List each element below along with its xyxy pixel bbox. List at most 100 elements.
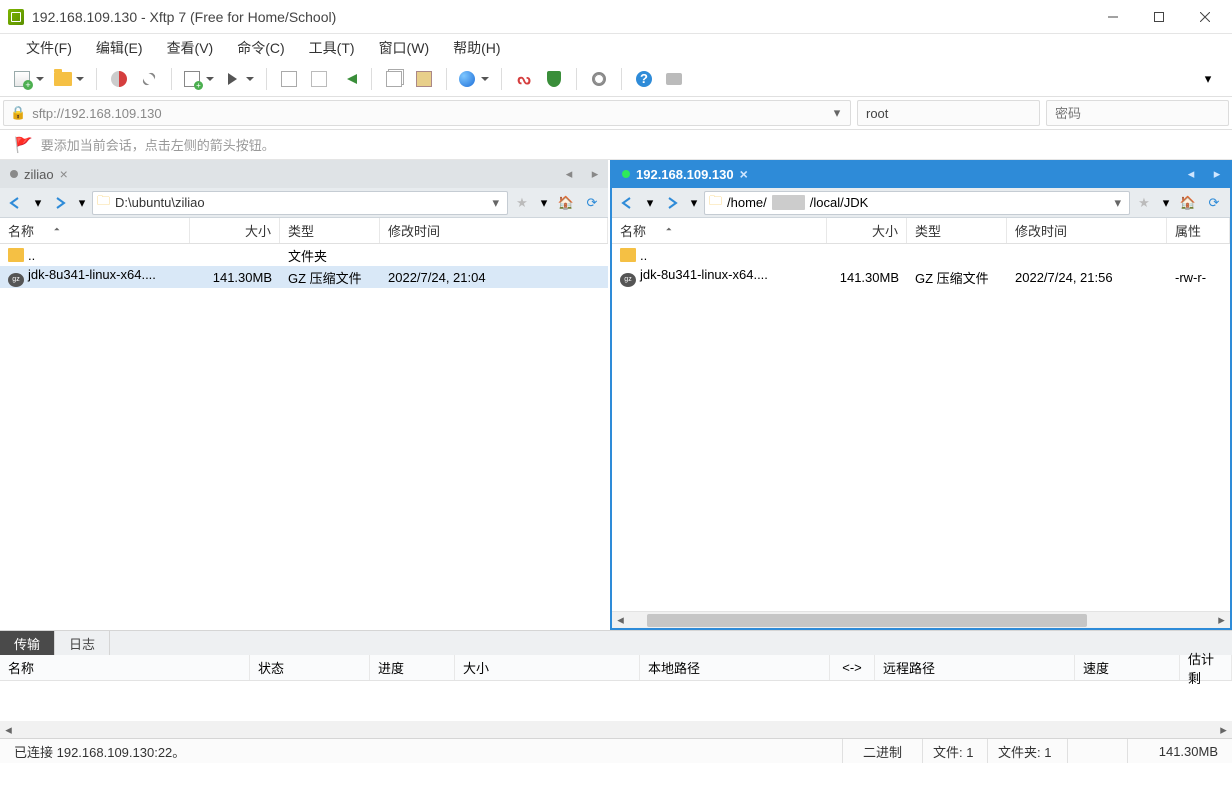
menu-tools[interactable]: 工具(T) bbox=[297, 34, 367, 62]
close-icon[interactable]: × bbox=[740, 166, 748, 182]
col-perm[interactable]: 属性 bbox=[1167, 218, 1230, 243]
menu-edit[interactable]: 编辑(E) bbox=[84, 34, 155, 62]
tab-prev-button[interactable]: ◂ bbox=[1178, 160, 1204, 188]
local-file-list[interactable]: ..文件夹gzjdk-8u341-linux-x64....141.30MBGZ… bbox=[0, 244, 608, 630]
new-session-button[interactable] bbox=[10, 65, 48, 93]
home-button[interactable]: 🏠 bbox=[554, 191, 578, 215]
scroll-thumb[interactable] bbox=[647, 614, 1087, 627]
file-row[interactable]: gzjdk-8u341-linux-x64....141.30MBGZ 压缩文件… bbox=[612, 266, 1230, 288]
col-type[interactable]: 类型 bbox=[280, 218, 380, 243]
bookmark-button[interactable]: ★ bbox=[510, 191, 534, 215]
tab-next-button[interactable]: ▸ bbox=[1204, 160, 1230, 188]
bookmark-button[interactable]: ★ bbox=[1132, 191, 1156, 215]
refresh-button[interactable]: ⟳ bbox=[580, 191, 604, 215]
password-input[interactable] bbox=[1055, 106, 1231, 121]
file-row[interactable]: ..文件夹 bbox=[0, 244, 608, 266]
local-path-input[interactable] bbox=[115, 195, 483, 210]
ocol-lpath[interactable]: 本地路径 bbox=[640, 655, 830, 680]
password-box[interactable] bbox=[1046, 100, 1229, 126]
address-input[interactable] bbox=[32, 106, 824, 121]
output-column-header[interactable]: 名称 状态 进度 大小 本地路径 <-> 远程路径 速度 估计剩 bbox=[0, 655, 1232, 681]
new-file2-button[interactable] bbox=[305, 65, 333, 93]
new-file-button[interactable] bbox=[275, 65, 303, 93]
close-icon[interactable]: × bbox=[60, 166, 68, 182]
ocol-speed[interactable]: 速度 bbox=[1075, 655, 1180, 680]
address-dropdown-icon[interactable]: ▾ bbox=[830, 105, 844, 121]
nav-forward-button[interactable] bbox=[48, 191, 72, 215]
ocol-prog[interactable]: 进度 bbox=[370, 655, 455, 680]
ocol-eta[interactable]: 估计剩 bbox=[1180, 655, 1232, 680]
username-input[interactable] bbox=[866, 106, 1042, 121]
nav-back-button[interactable] bbox=[616, 191, 640, 215]
menu-window[interactable]: 窗口(W) bbox=[367, 34, 442, 62]
ocol-rpath[interactable]: 远程路径 bbox=[875, 655, 1075, 680]
col-mtime[interactable]: 修改时间 bbox=[1007, 218, 1167, 243]
tab-prev-button[interactable]: ◂ bbox=[556, 160, 582, 188]
output-hscrollbar[interactable]: ◂ ▸ bbox=[0, 721, 1232, 738]
transfer-button[interactable] bbox=[220, 65, 258, 93]
output-tab-transfer[interactable]: 传输 bbox=[0, 631, 55, 655]
feedback-button[interactable] bbox=[660, 65, 688, 93]
scroll-right-icon[interactable]: ▸ bbox=[1215, 722, 1232, 738]
scroll-left-icon[interactable]: ◂ bbox=[0, 722, 17, 738]
menu-view[interactable]: 查看(V) bbox=[155, 34, 226, 62]
nav-back-dropdown[interactable]: ▾ bbox=[642, 191, 658, 215]
menu-command[interactable]: 命令(C) bbox=[225, 34, 296, 62]
col-size[interactable]: 大小 bbox=[827, 218, 907, 243]
scroll-right-icon[interactable]: ▸ bbox=[1213, 612, 1230, 628]
col-name[interactable]: 名称 bbox=[0, 218, 190, 243]
menu-file[interactable]: 文件(F) bbox=[14, 34, 84, 62]
remote-path-box[interactable]: 🗀 /home/ xx /local/JDK ▾ bbox=[704, 191, 1130, 215]
window-minimize-button[interactable] bbox=[1090, 2, 1136, 32]
help-button[interactable]: ? bbox=[630, 65, 658, 93]
scroll-left-icon[interactable]: ◂ bbox=[612, 612, 629, 628]
ocol-size[interactable]: 大小 bbox=[455, 655, 640, 680]
remote-column-header[interactable]: 名称 大小 类型 修改时间 属性 bbox=[612, 218, 1230, 244]
output-tab-log[interactable]: 日志 bbox=[55, 631, 110, 655]
toolbar-overflow-button[interactable]: ▾ bbox=[1194, 65, 1222, 93]
tab-next-button[interactable]: ▸ bbox=[582, 160, 608, 188]
local-column-header[interactable]: 名称 大小 类型 修改时间 bbox=[0, 218, 608, 244]
col-mtime[interactable]: 修改时间 bbox=[380, 218, 608, 243]
col-type[interactable]: 类型 bbox=[907, 218, 1007, 243]
path-dropdown-icon[interactable]: ▾ bbox=[488, 195, 503, 211]
remote-hscrollbar[interactable]: ◂ ▸ bbox=[612, 611, 1230, 628]
file-row[interactable]: gzjdk-8u341-linux-x64....141.30MBGZ 压缩文件… bbox=[0, 266, 608, 288]
username-box[interactable] bbox=[857, 100, 1040, 126]
file-row[interactable]: .. bbox=[612, 244, 1230, 266]
menu-help[interactable]: 帮助(H) bbox=[441, 34, 512, 62]
col-size[interactable]: 大小 bbox=[190, 218, 280, 243]
address-box[interactable]: 🔒 ▾ bbox=[3, 100, 851, 126]
nav-forward-dropdown[interactable]: ▾ bbox=[686, 191, 702, 215]
nav-forward-dropdown[interactable]: ▾ bbox=[74, 191, 90, 215]
window-close-button[interactable] bbox=[1182, 2, 1228, 32]
settings-button[interactable] bbox=[585, 65, 613, 93]
remote-file-list[interactable]: ..gzjdk-8u341-linux-x64....141.30MBGZ 压缩… bbox=[612, 244, 1230, 611]
xshell-button[interactable]: ᔓ bbox=[510, 65, 538, 93]
language-button[interactable] bbox=[455, 65, 493, 93]
session-properties-button[interactable] bbox=[180, 65, 218, 93]
path-dropdown-icon[interactable]: ▾ bbox=[1110, 195, 1125, 211]
upload-button[interactable] bbox=[335, 65, 363, 93]
home-button[interactable]: 🏠 bbox=[1176, 191, 1200, 215]
open-session-button[interactable] bbox=[50, 65, 88, 93]
local-tab[interactable]: ziliao × bbox=[0, 160, 78, 188]
nav-back-button[interactable] bbox=[4, 191, 28, 215]
bookmark-dropdown[interactable]: ▾ bbox=[1158, 191, 1174, 215]
col-name[interactable]: 名称 bbox=[612, 218, 827, 243]
disconnect-button[interactable] bbox=[105, 65, 133, 93]
ocol-name[interactable]: 名称 bbox=[0, 655, 250, 680]
bookmark-dropdown[interactable]: ▾ bbox=[536, 191, 552, 215]
shield-button[interactable] bbox=[540, 65, 568, 93]
reconnect-button[interactable] bbox=[135, 65, 163, 93]
window-maximize-button[interactable] bbox=[1136, 2, 1182, 32]
nav-back-dropdown[interactable]: ▾ bbox=[30, 191, 46, 215]
ocol-status[interactable]: 状态 bbox=[250, 655, 370, 680]
copy-button[interactable] bbox=[380, 65, 408, 93]
refresh-button[interactable]: ⟳ bbox=[1202, 191, 1226, 215]
nav-forward-button[interactable] bbox=[660, 191, 684, 215]
remote-tab[interactable]: 192.168.109.130 × bbox=[612, 160, 758, 188]
paste-button[interactable] bbox=[410, 65, 438, 93]
ocol-dir[interactable]: <-> bbox=[830, 655, 875, 680]
local-path-box[interactable]: 🗀 ▾ bbox=[92, 191, 508, 215]
